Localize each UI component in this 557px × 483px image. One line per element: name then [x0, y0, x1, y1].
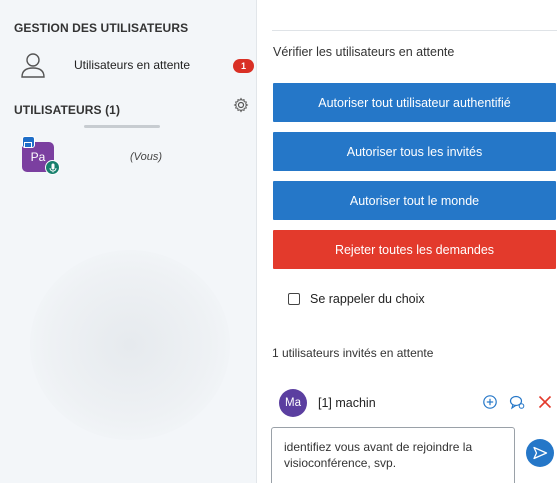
- chat-icon[interactable]: [509, 394, 525, 410]
- allow-everyone-button[interactable]: Autoriser tout le monde: [273, 181, 556, 220]
- avatar-initials: Pa: [30, 150, 46, 164]
- send-button[interactable]: [526, 439, 554, 467]
- user-management-sidebar: GESTION DES UTILISATEURS Utilisateurs en…: [0, 0, 257, 483]
- waiting-users-panel: Vérifier les utilisateurs en attente Aut…: [258, 0, 557, 483]
- guest-name: [1] machin: [318, 396, 376, 410]
- remember-choice[interactable]: Se rappeler du choix: [288, 292, 425, 306]
- microphone-icon: [45, 160, 60, 175]
- panel-divider: [272, 30, 557, 31]
- user-outline-icon: [21, 53, 45, 78]
- allow-authenticated-button[interactable]: Autoriser tout utilisateur authentifié: [273, 83, 556, 122]
- you-label: (Vous): [130, 151, 162, 163]
- waiting-users-item[interactable]: Utilisateurs en attente 1: [20, 50, 257, 80]
- send-icon: [533, 446, 548, 460]
- verify-waiting-label: Vérifier les utilisateurs en attente: [273, 45, 455, 59]
- guest-initials: Ma: [285, 397, 301, 409]
- presenter-icon: [22, 136, 35, 148]
- reject-all-button[interactable]: Rejeter toutes les demandes: [273, 230, 556, 269]
- plus-circle-icon[interactable]: [482, 394, 498, 410]
- gear-icon[interactable]: [233, 97, 249, 113]
- remember-label: Se rappeler du choix: [310, 292, 425, 306]
- guests-count-label: 1 utilisateurs invités en attente: [272, 346, 434, 360]
- guest-message-input[interactable]: identifiez vous avant de rejoindre la vi…: [271, 427, 515, 483]
- blurred-background: [30, 250, 230, 440]
- waiting-users-label: Utilisateurs en attente: [74, 58, 191, 72]
- guest-avatar: Ma: [279, 389, 307, 417]
- remember-checkbox[interactable]: [288, 293, 300, 305]
- user-management-title: GESTION DES UTILISATEURS: [14, 21, 189, 35]
- close-icon[interactable]: [537, 394, 553, 410]
- allow-guests-button[interactable]: Autoriser tous les invités: [273, 132, 556, 171]
- users-divider: [84, 125, 160, 128]
- users-title: UTILISATEURS (1): [14, 103, 121, 117]
- waiting-count-badge: 1: [233, 59, 254, 73]
